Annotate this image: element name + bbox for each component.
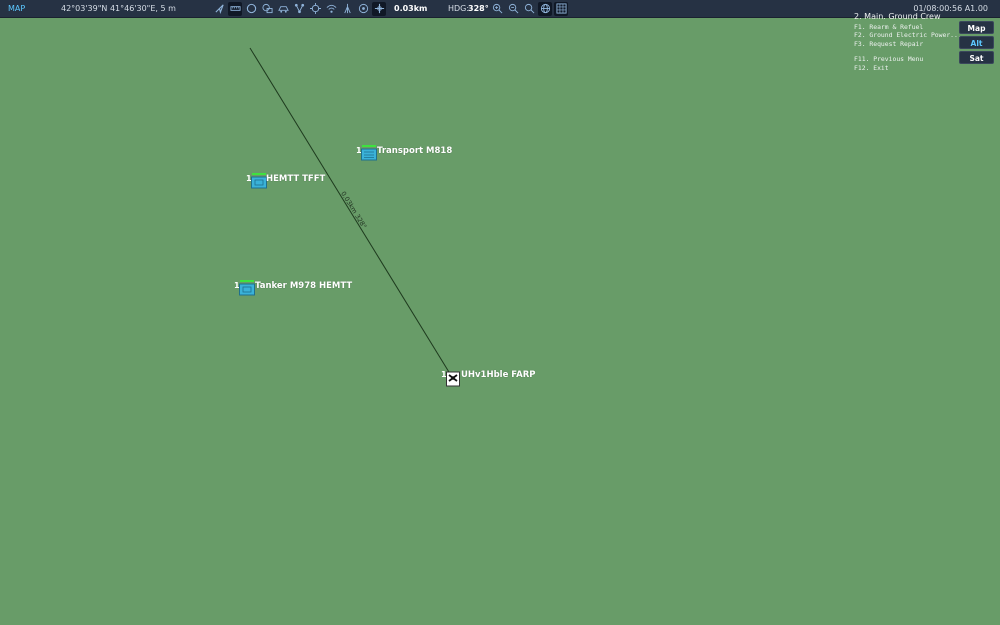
tanker-unit-icon xyxy=(239,280,255,296)
measure-overlay xyxy=(249,47,453,378)
fuel-truck-unit-icon xyxy=(251,173,267,189)
helicopter-unit-icon xyxy=(446,371,460,387)
unit-label: HEMTT TFFT xyxy=(266,174,326,184)
truck-unit-icon xyxy=(361,145,377,161)
unit-label: Tanker M978 HEMTT xyxy=(255,281,353,291)
unit-label: UHv1Hble FARP xyxy=(461,370,536,380)
unit-label: Transport M818 xyxy=(377,146,453,156)
